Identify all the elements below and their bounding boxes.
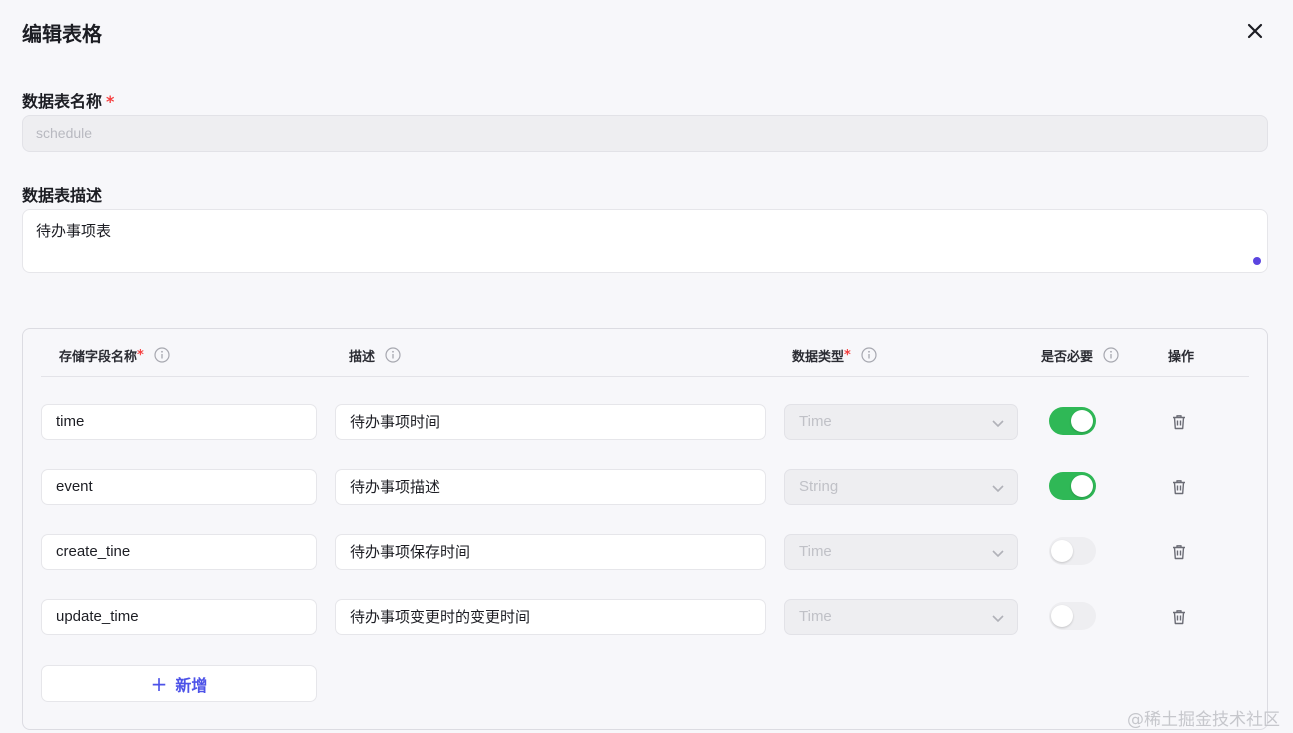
header-data-type-required: * [844,347,851,363]
data-type-value: Time [799,543,832,560]
toggle-knob [1051,605,1073,627]
field-name-input[interactable]: update_time [41,599,317,635]
resize-handle[interactable] [1253,257,1261,265]
table-name-label-text: 数据表名称 [22,92,103,111]
chevron-down-icon [992,615,1004,623]
table-row: update_time 待办事项变更时的变更时间 Time [23,599,1267,637]
field-desc-input[interactable]: 待办事项时间 [335,404,766,440]
trash-icon[interactable] [1170,478,1188,496]
info-icon[interactable] [861,347,877,363]
close-icon [1247,23,1263,39]
data-type-value: Time [799,413,832,430]
data-type-select[interactable]: Time [784,599,1018,635]
data-type-select[interactable]: Time [784,534,1018,570]
trash-icon[interactable] [1170,543,1188,561]
data-type-value: String [799,478,839,495]
trash-icon[interactable] [1170,608,1188,626]
info-icon[interactable] [154,347,170,363]
info-icon[interactable] [1103,347,1119,363]
required-toggle[interactable] [1049,407,1096,435]
field-name-input[interactable]: event [41,469,317,505]
field-name-input[interactable]: time [41,404,317,440]
add-field-label: 新增 [175,675,208,695]
header-actions: 操作 [1168,349,1195,365]
table-name-input[interactable]: schedule [22,115,1268,152]
dialog-title: 编辑表格 [22,22,102,46]
toggle-knob [1071,410,1093,432]
add-field-button[interactable]: + 新增 [41,665,317,702]
toggle-knob [1071,475,1093,497]
required-toggle[interactable] [1049,537,1096,565]
table-desc-text: 待办事项表 [36,222,112,240]
table-row: create_tine 待办事项保存时间 Time [23,534,1267,572]
trash-icon[interactable] [1170,413,1188,431]
field-desc-input[interactable]: 待办事项描述 [335,469,766,505]
header-data-type: 数据类型 * [792,345,877,365]
header-data-type-text: 数据类型 [792,349,845,365]
header-required-text: 是否必要 [1041,349,1094,365]
table-row: event 待办事项描述 String [23,469,1267,507]
header-field-name-required: * [137,347,144,363]
table-name-label: 数据表名称 * [22,88,114,112]
header-field-name-text: 存储字段名称 [59,349,138,365]
required-toggle[interactable] [1049,472,1096,500]
header-description: 描述 [349,345,401,365]
table-desc-textarea[interactable]: 待办事项表 [22,209,1268,273]
table-row: time 待办事项时间 Time [23,404,1267,442]
header-description-text: 描述 [349,349,376,365]
close-button[interactable] [1243,19,1267,43]
data-type-value: Time [799,608,832,625]
field-desc-input[interactable]: 待办事项变更时的变更时间 [335,599,766,635]
header-field-name: 存储字段名称 * [59,345,170,365]
chevron-down-icon [992,550,1004,558]
field-name-input[interactable]: create_tine [41,534,317,570]
required-mark: * [106,92,115,111]
watermark: @稀土掘金技术社区 [1127,710,1280,730]
fields-table: 存储字段名称 * 描述 数据类型 * 是否必要 操作 time 待办事项时间 T… [22,328,1268,730]
plus-icon: + [150,671,168,696]
info-icon[interactable] [385,347,401,363]
chevron-down-icon [992,485,1004,493]
required-toggle[interactable] [1049,602,1096,630]
field-desc-input[interactable]: 待办事项保存时间 [335,534,766,570]
data-type-select[interactable]: Time [784,404,1018,440]
data-type-select[interactable]: String [784,469,1018,505]
header-required: 是否必要 [1041,345,1119,365]
header-divider [41,376,1249,377]
chevron-down-icon [992,420,1004,428]
toggle-knob [1051,540,1073,562]
table-desc-label: 数据表描述 [22,186,103,205]
